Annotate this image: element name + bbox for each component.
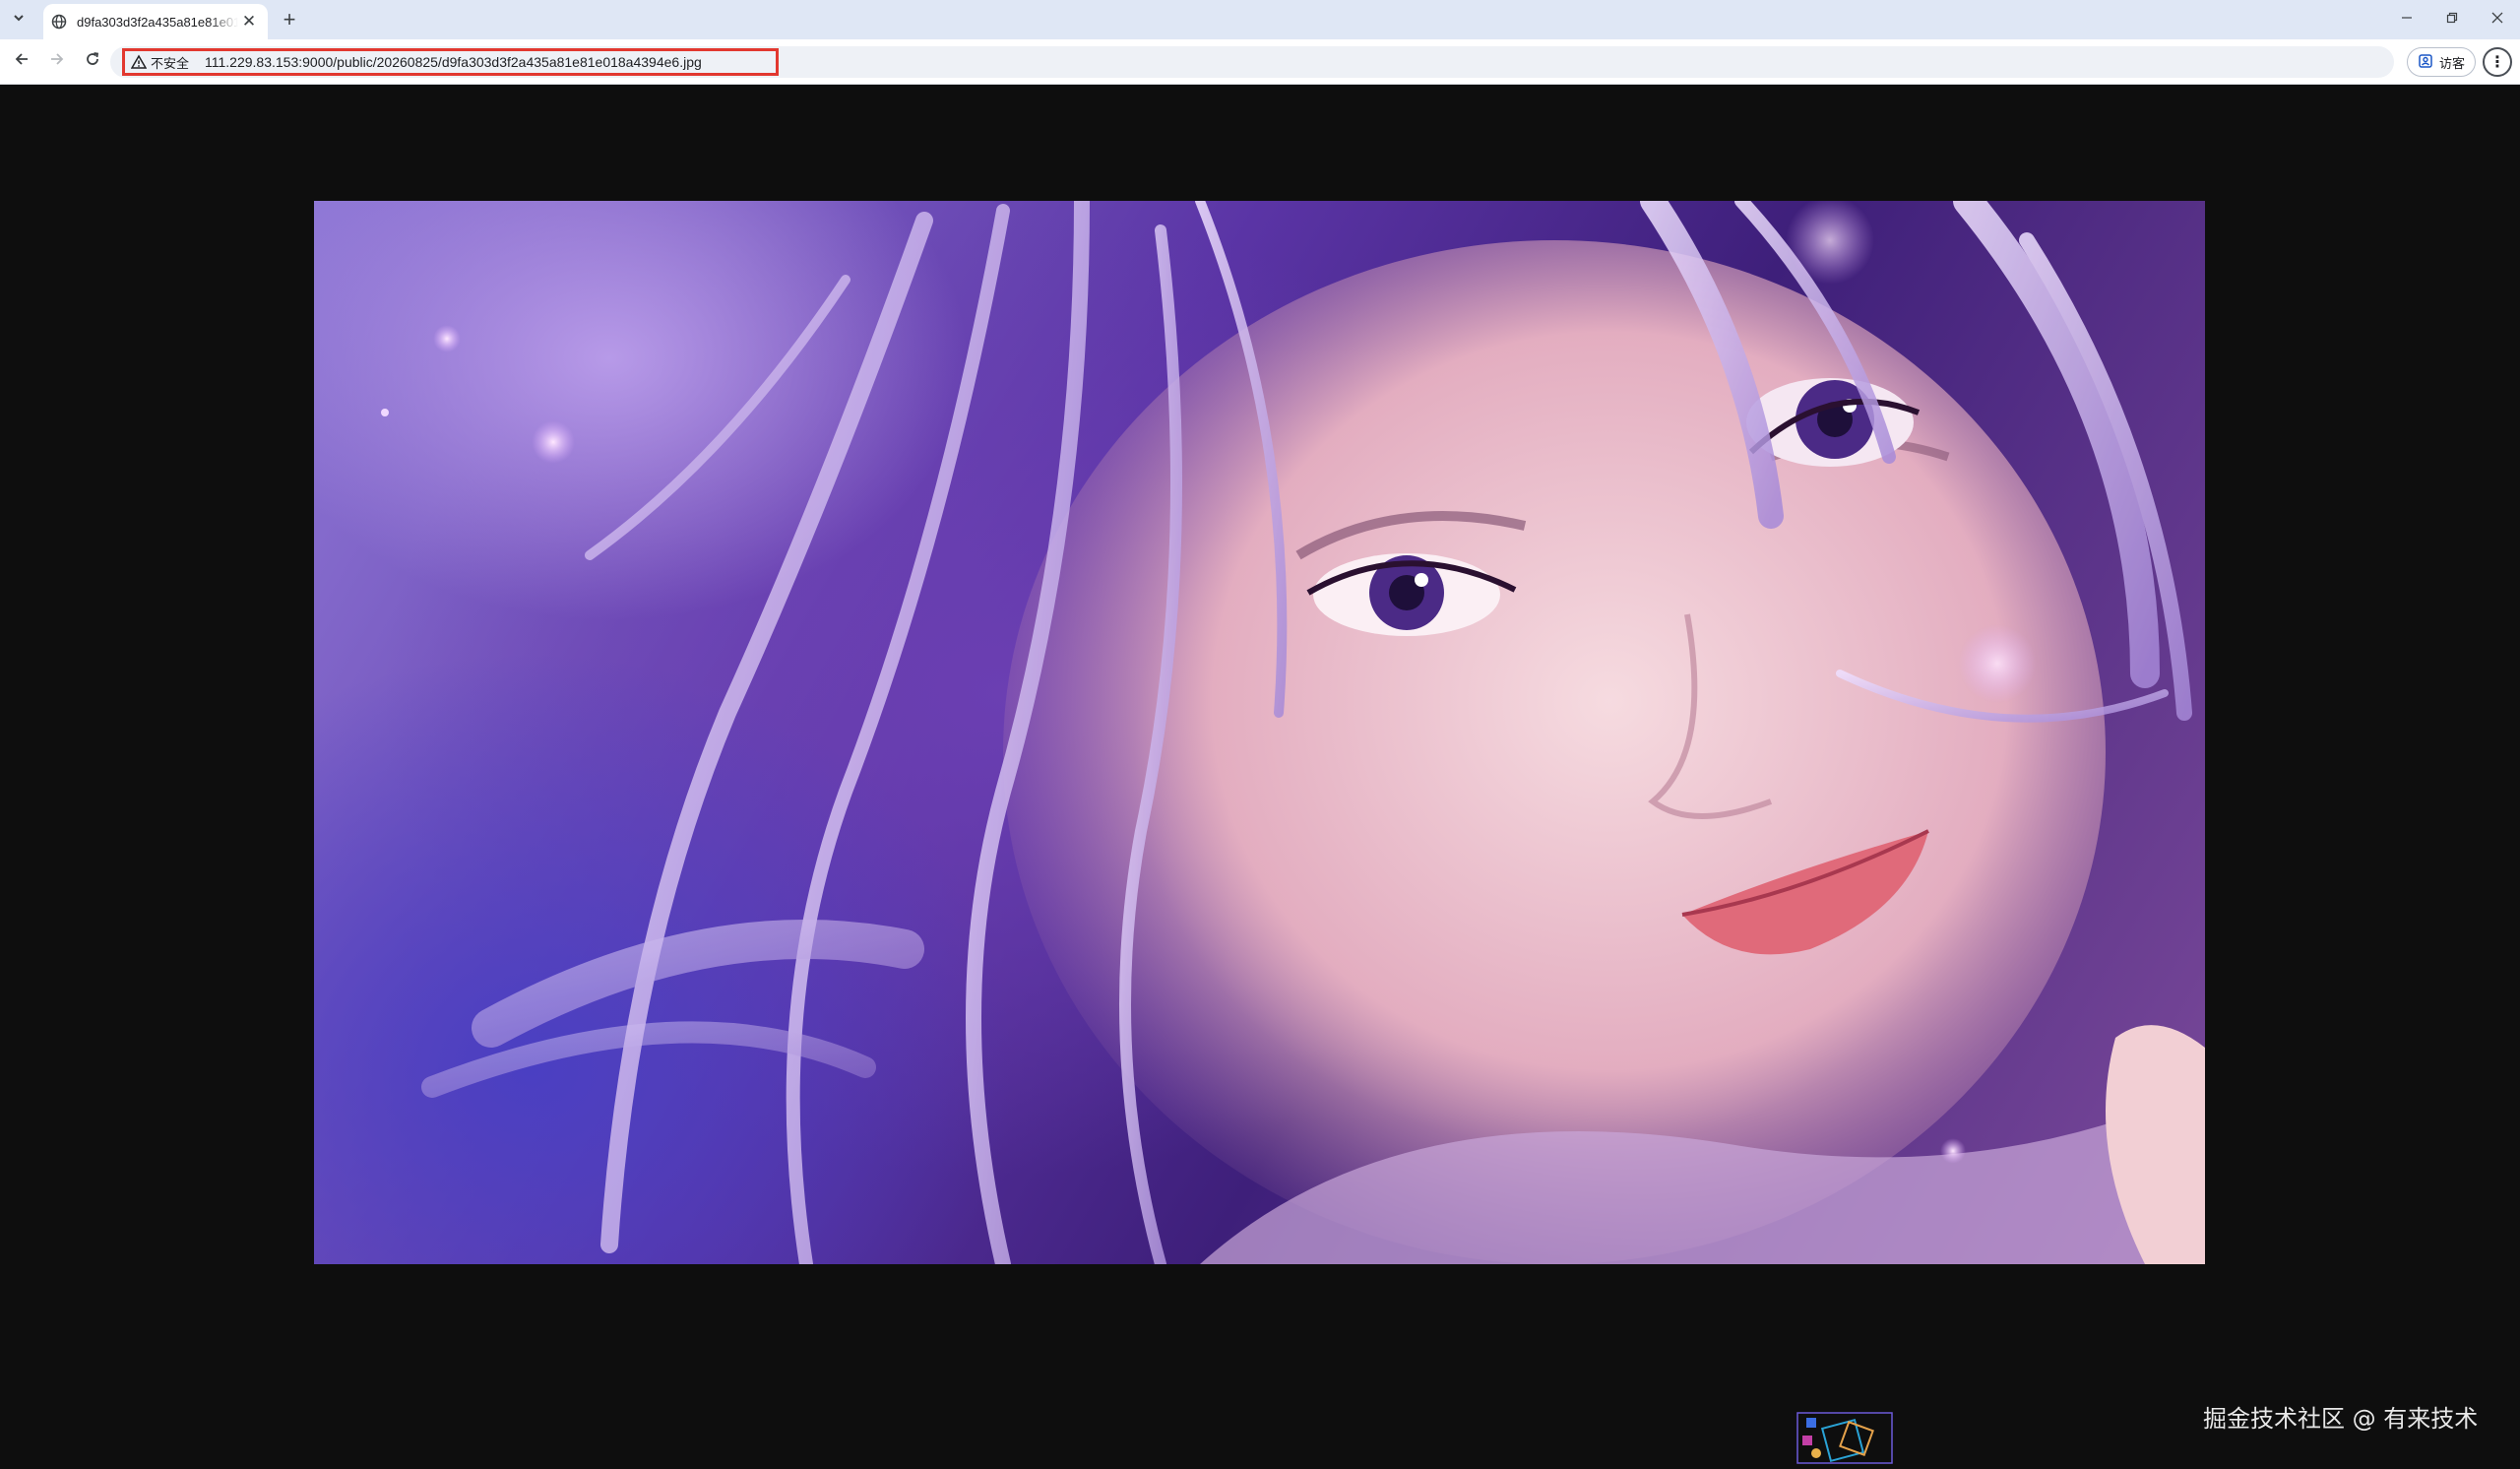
arrow-left-icon: [14, 51, 30, 73]
profile-icon: [2418, 53, 2433, 72]
menu-button[interactable]: ⋮: [2483, 47, 2512, 77]
plus-icon: +: [283, 7, 296, 32]
reload-icon: [85, 51, 100, 73]
minimize-button[interactable]: [2384, 0, 2429, 39]
close-icon[interactable]: ✕: [238, 11, 260, 32]
reload-button[interactable]: [79, 48, 106, 76]
tab-strip: d9fa303d3f2a435a81e81e018a4394e6.jpg ✕ +: [0, 0, 2520, 39]
guest-profile-button[interactable]: 访客: [2407, 47, 2476, 77]
chevron-down-icon: [12, 11, 26, 29]
url-highlight[interactable]: 不安全 111.229.83.153:9000/public/20260825/…: [122, 48, 779, 76]
url-text[interactable]: 111.229.83.153:9000/public/20260825/d9fa…: [205, 54, 702, 70]
browser-toolbar: 不安全 111.229.83.153:9000/public/20260825/…: [0, 39, 2520, 85]
minimize-icon: [2401, 11, 2413, 29]
tab-title: d9fa303d3f2a435a81e81e018a4394e6.jpg: [77, 14, 238, 30]
watermark-logo: [1796, 1412, 1893, 1464]
more-vertical-icon: ⋮: [2489, 54, 2505, 71]
active-tab[interactable]: d9fa303d3f2a435a81e81e018a4394e6.jpg ✕: [43, 4, 268, 39]
watermark-text: 掘金技术社区 @ 有来技术: [2203, 1405, 2479, 1433]
forward-button[interactable]: [43, 48, 71, 76]
image-viewer: 掘金技术社区 @ 有来技术: [0, 86, 2520, 1464]
warning-icon[interactable]: [130, 54, 148, 70]
restore-icon: [2446, 11, 2458, 29]
guest-label: 访客: [2438, 55, 2465, 71]
displayed-photo[interactable]: [314, 201, 2205, 1264]
globe-icon: [49, 12, 69, 32]
back-button[interactable]: [8, 48, 35, 76]
arrow-right-icon: [49, 51, 65, 73]
security-label[interactable]: 不安全: [151, 53, 189, 72]
close-icon: [2491, 11, 2503, 29]
restore-button[interactable]: [2429, 0, 2475, 39]
close-window-button[interactable]: [2475, 0, 2520, 39]
tab-search-button[interactable]: [6, 7, 32, 32]
new-tab-button[interactable]: +: [276, 6, 303, 33]
photo-artwork: [381, 201, 2205, 1264]
